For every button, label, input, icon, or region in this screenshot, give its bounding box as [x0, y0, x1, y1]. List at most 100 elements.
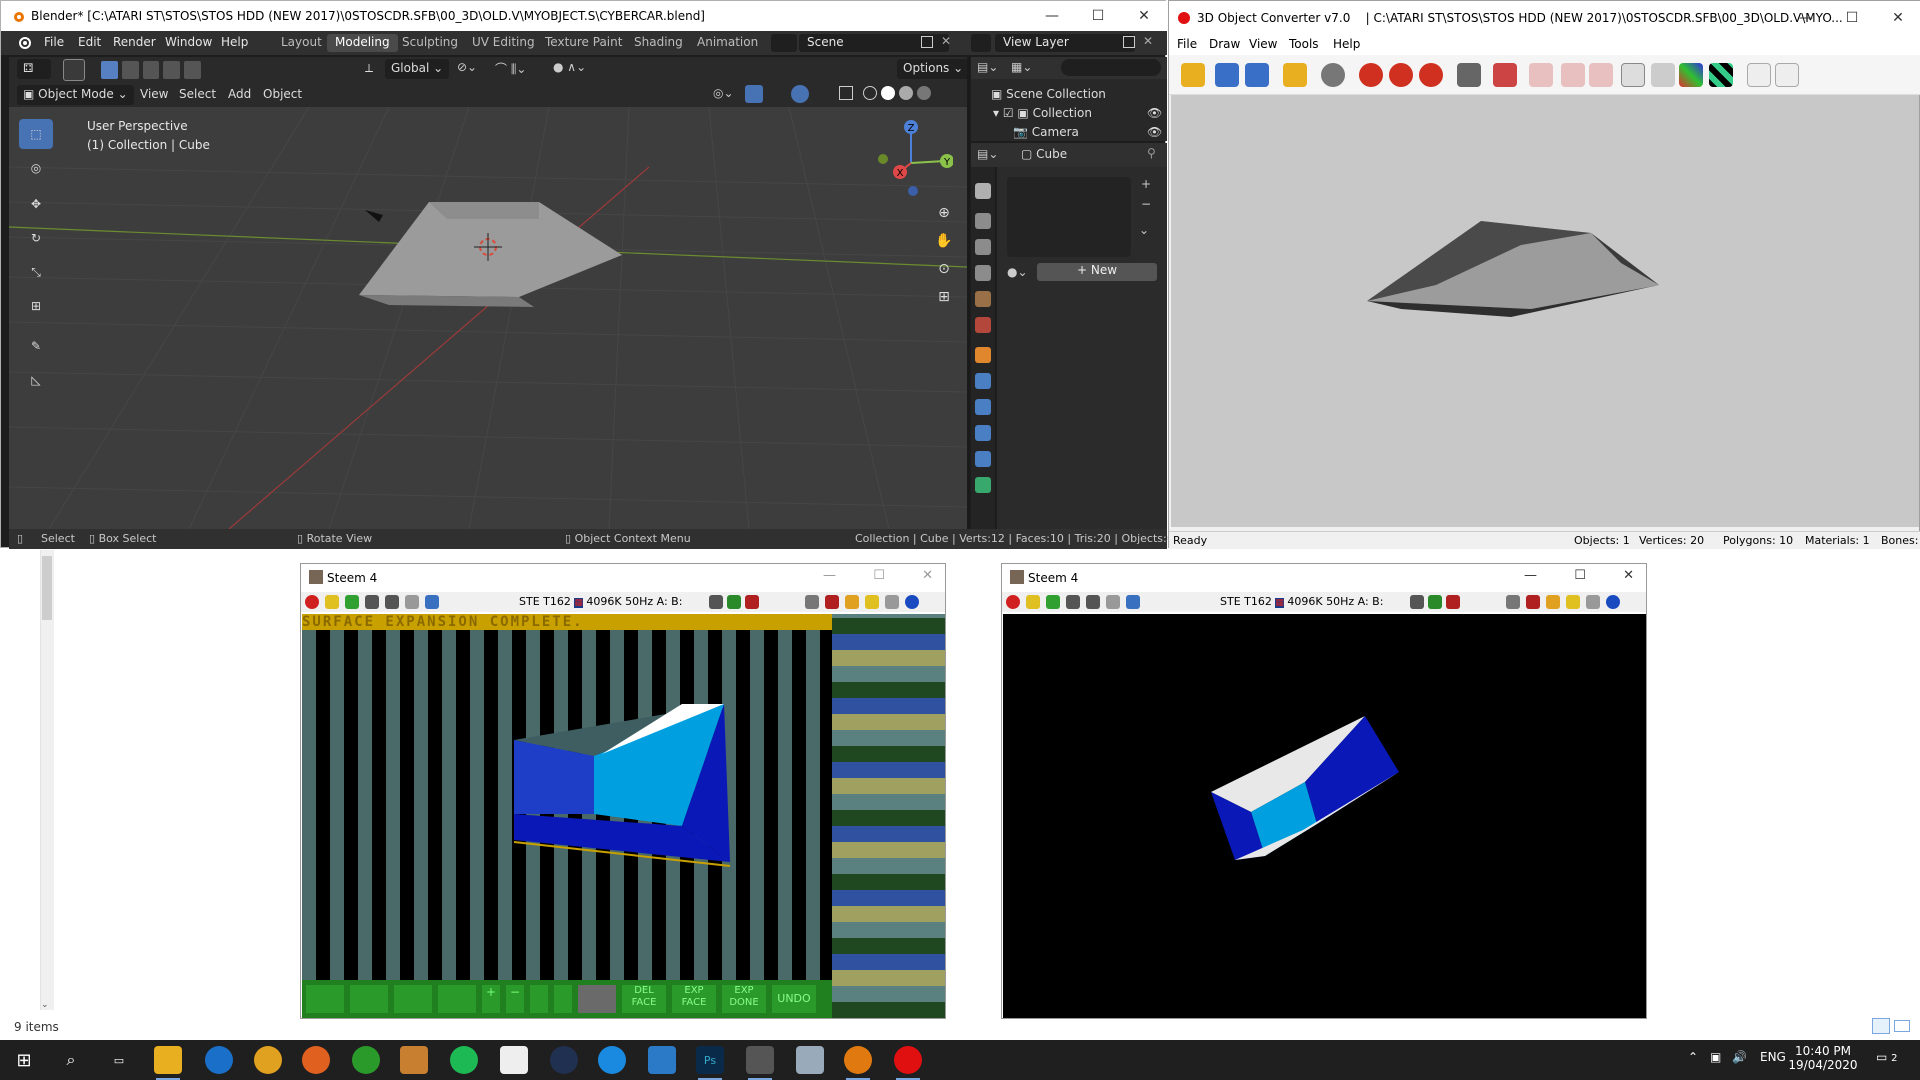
- drive-led-icon[interactable]: [745, 595, 759, 609]
- undo-button[interactable]: UNDO: [772, 985, 816, 1013]
- outliner-editor-icon[interactable]: ▤⌄: [977, 60, 998, 74]
- tools-icon[interactable]: [1586, 595, 1600, 609]
- lightning-icon[interactable]: [865, 595, 879, 609]
- ortho-grid-icon[interactable]: ⊞: [938, 289, 950, 305]
- converter-model[interactable]: [1171, 95, 1919, 527]
- move-tool-icon[interactable]: ✥: [19, 189, 53, 219]
- mode-dropdown[interactable]: ▣ Object Mode ⌄: [17, 85, 134, 105]
- tab-texture-paint[interactable]: Texture Paint: [537, 34, 630, 52]
- menu-view[interactable]: View: [140, 87, 168, 101]
- material-browse-icon[interactable]: ●⌄: [1007, 265, 1028, 279]
- minimize-icon[interactable]: —: [823, 568, 836, 583]
- editor-type-icon[interactable]: ⚃: [17, 59, 51, 79]
- cursor-tool-icon[interactable]: ◎: [19, 153, 53, 183]
- add-slot-icon[interactable]: +: [1141, 177, 1151, 191]
- new-scene-icon[interactable]: [921, 36, 933, 48]
- converter-menu-view[interactable]: View: [1249, 37, 1277, 51]
- snap-icon[interactable]: ⌒ ⫼⌄: [495, 60, 526, 77]
- drive-led-icon[interactable]: [1446, 595, 1460, 609]
- paint-icon[interactable]: [796, 1046, 824, 1074]
- screenshot-icon[interactable]: [1506, 595, 1520, 609]
- menu-file[interactable]: File: [44, 35, 64, 49]
- save-object-icon[interactable]: [350, 985, 388, 1013]
- close-icon[interactable]: ✕: [1623, 568, 1634, 583]
- st-object-preview[interactable]: [1003, 614, 1646, 1018]
- redo-arrow-icon[interactable]: [554, 985, 572, 1013]
- proportional-edit-icon[interactable]: ● ∧⌄: [553, 60, 586, 74]
- screenshot-icon[interactable]: [805, 595, 819, 609]
- patches-icon[interactable]: [1526, 595, 1540, 609]
- scale-tool-icon[interactable]: ⤡: [19, 257, 53, 287]
- menu-edit[interactable]: Edit: [78, 35, 101, 49]
- close-icon[interactable]: ✕: [1875, 3, 1920, 33]
- camera-object-icon[interactable]: [365, 210, 383, 222]
- outliner-camera[interactable]: 📷 Camera: [1013, 125, 1079, 139]
- bounding-box-icon[interactable]: [1747, 63, 1771, 87]
- overlay-toggle-icon[interactable]: [791, 85, 809, 103]
- texture-view-icon[interactable]: [1709, 63, 1733, 87]
- close-icon[interactable]: ✕: [1121, 1, 1167, 31]
- new-view-layer-icon[interactable]: [1123, 36, 1135, 48]
- hierarchy-icon[interactable]: [1283, 63, 1307, 87]
- steem2-st-screen[interactable]: [1003, 614, 1646, 1018]
- blender-taskbar-icon[interactable]: [844, 1046, 872, 1080]
- pin-icon[interactable]: ⚲: [1147, 146, 1156, 160]
- language-indicator[interactable]: ENG: [1760, 1050, 1786, 1064]
- drive-b-icon[interactable]: [1428, 595, 1442, 609]
- fast-forward-icon[interactable]: [1046, 595, 1060, 609]
- view-layer-properties-icon[interactable]: [975, 265, 991, 281]
- display-mode-icon[interactable]: ▦⌄: [1011, 60, 1032, 74]
- select-subtract-icon[interactable]: [142, 61, 160, 79]
- exp-face-button[interactable]: EXP FACE: [672, 985, 716, 1013]
- 3d-viewport[interactable]: [9, 107, 967, 529]
- maximize-icon[interactable]: ☐: [873, 568, 885, 583]
- transform-orientation-dropdown[interactable]: Global ⌄: [385, 59, 450, 79]
- disk-manager-icon[interactable]: [1086, 595, 1100, 609]
- app-icon[interactable]: [598, 1046, 626, 1074]
- visibility-icon[interactable]: ◎⌄: [713, 86, 734, 100]
- wireframe-view-icon[interactable]: [1775, 63, 1799, 87]
- disk-manager-icon[interactable]: [385, 595, 399, 609]
- slot-menu-icon[interactable]: ⌄: [1139, 223, 1149, 237]
- constraint-properties-icon[interactable]: [975, 451, 991, 467]
- gizmo-toggle-icon[interactable]: [745, 85, 763, 103]
- steam-icon[interactable]: [550, 1046, 578, 1074]
- options-wrench-icon[interactable]: [1126, 595, 1140, 609]
- minimize-icon[interactable]: —: [1029, 1, 1075, 31]
- output-properties-icon[interactable]: [975, 239, 991, 255]
- palette-panel[interactable]: [832, 614, 945, 1018]
- save-icon[interactable]: [1215, 63, 1239, 87]
- del-face-button[interactable]: DEL FACE: [622, 985, 666, 1013]
- select-intersect-icon[interactable]: [184, 61, 201, 79]
- shaded-view-icon[interactable]: [1651, 63, 1675, 87]
- notifications-icon[interactable]: ▭ 2: [1876, 1050, 1898, 1064]
- file-explorer-icon[interactable]: [154, 1046, 182, 1080]
- tool-properties-icon[interactable]: [975, 183, 991, 199]
- modifier-properties-icon[interactable]: [975, 373, 991, 389]
- solid-view-icon[interactable]: [1621, 63, 1645, 87]
- search-icon[interactable]: ⌕: [57, 1046, 85, 1074]
- details-view-icon[interactable]: [1872, 1018, 1890, 1034]
- delete-scene-icon[interactable]: ✕: [941, 34, 951, 48]
- volume-icon[interactable]: 🔊: [1732, 1050, 1747, 1064]
- settings-gear-icon[interactable]: [1321, 63, 1345, 87]
- subtract-icon[interactable]: −: [506, 985, 524, 1013]
- explorer-scroll-thumb[interactable]: [42, 556, 52, 620]
- visibility-eye-icon[interactable]: 👁: [1147, 106, 1162, 120]
- spotify-icon[interactable]: [450, 1046, 478, 1074]
- converter-menu-tools[interactable]: Tools: [1289, 37, 1319, 51]
- outliner-search-input[interactable]: [1061, 59, 1161, 76]
- vscode-icon[interactable]: [648, 1046, 676, 1074]
- large-icons-view-icon[interactable]: [1894, 1020, 1910, 1032]
- color-view-icon[interactable]: [1679, 63, 1703, 87]
- menu-object[interactable]: Object: [263, 87, 302, 101]
- tab-uv-editing[interactable]: UV Editing: [464, 34, 543, 52]
- network-icon[interactable]: ▣: [1710, 1050, 1721, 1064]
- tab-shading[interactable]: Shading: [626, 34, 691, 52]
- render-properties-icon[interactable]: [975, 213, 991, 229]
- pan-hand-icon[interactable]: ✋: [935, 233, 952, 249]
- pivot-icon[interactable]: ⊘⌄: [457, 60, 477, 74]
- world-properties-icon[interactable]: [975, 317, 991, 333]
- outliner-scene-collection[interactable]: ▣ Scene Collection: [991, 87, 1106, 101]
- converter-menu-help[interactable]: Help: [1333, 37, 1360, 51]
